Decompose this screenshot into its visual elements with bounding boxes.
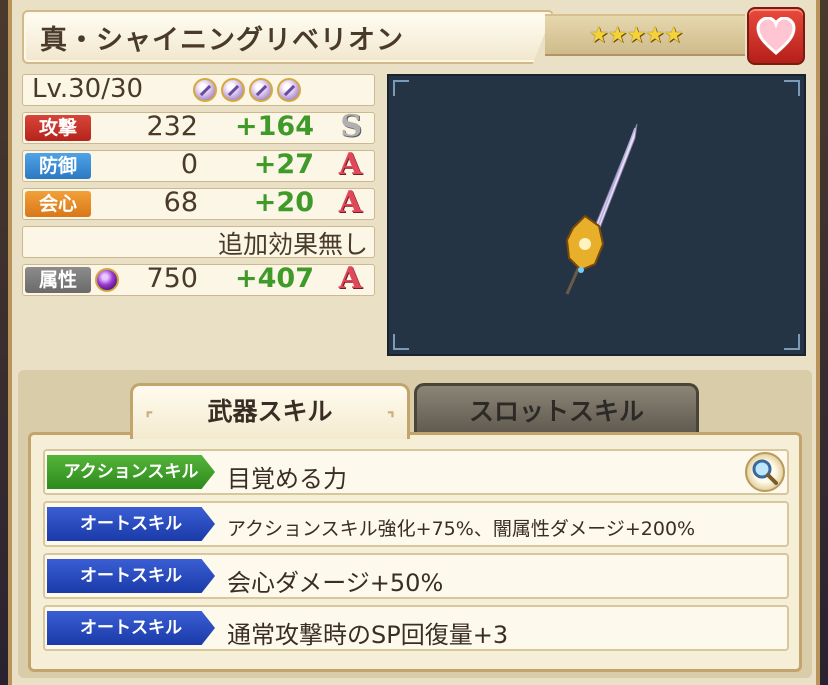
stat-row-defense: 防御 0 +27 A — [22, 147, 375, 182]
heart-icon — [756, 17, 796, 55]
skill-text: 通常攻撃時のSP回復量+3 — [227, 621, 509, 649]
stat-grade: S — [340, 109, 362, 144]
stat-label: 攻撃 — [25, 115, 91, 141]
stat-label: 会心 — [25, 191, 91, 217]
skill-row: オートスキル アクションスキル強化+75%、闇属性ダメージ+200% — [43, 501, 789, 547]
skill-row: オートスキル 通常攻撃時のSP回復量+3 — [43, 605, 789, 651]
tab-label: スロットスキル — [468, 397, 644, 426]
stat-row-attack: 攻撃 232 +164 S — [22, 109, 375, 144]
skill-type-badge: アクションスキル — [47, 455, 215, 489]
sword-slot-icon — [277, 78, 301, 102]
skill-row: オートスキル 会心ダメージ+50% — [43, 553, 789, 599]
tab-ornament-icon: ⌜ — [145, 409, 154, 430]
sword-slot-icon — [193, 78, 217, 102]
stat-grade: A — [338, 147, 362, 182]
weapon-level: Lv.30/30 — [32, 74, 144, 104]
sword-slot-icon — [249, 78, 273, 102]
left-border — [0, 0, 8, 685]
dark-element-icon — [95, 268, 119, 292]
skill-type-badge: オートスキル — [47, 507, 215, 541]
skill-type-badge: オートスキル — [47, 611, 215, 645]
tab-weapon-skills[interactable]: ⌜ 武器スキル ⌝ — [130, 383, 410, 439]
rarity-bar: ★★★★★ — [545, 14, 745, 56]
slot-icons — [193, 78, 305, 106]
stat-bonus: +407 — [235, 263, 314, 294]
weapon-name-bar: 真・シャイニングリベリオン — [22, 10, 554, 64]
skill-row[interactable]: アクションスキル 目覚める力 — [43, 449, 789, 495]
skill-text: 会心ダメージ+50% — [227, 569, 444, 597]
stat-bonus: +164 — [235, 111, 314, 142]
stat-base: 0 — [180, 149, 198, 180]
extra-effect-row: 追加効果無し — [22, 226, 375, 259]
stat-row-element: 属性 750 +407 A — [22, 261, 375, 296]
skill-text: 目覚める力 — [227, 465, 347, 493]
right-border — [820, 0, 828, 685]
skill-text: アクションスキル強化+75%、闇属性ダメージ+200% — [227, 518, 696, 540]
weapon-name: 真・シャイニングリベリオン — [40, 25, 404, 56]
stat-label: 属性 — [25, 267, 91, 293]
level-row: Lv.30/30 — [22, 74, 375, 106]
favorite-button[interactable] — [747, 7, 805, 65]
stat-bonus: +20 — [253, 187, 314, 218]
skill-type-badge: オートスキル — [47, 559, 215, 593]
tab-slot-skills[interactable]: スロットスキル — [414, 383, 699, 435]
stat-bonus: +27 — [253, 149, 314, 180]
extra-effect-text: 追加効果無し — [217, 230, 368, 259]
stat-row-critical: 会心 68 +20 A — [22, 185, 375, 220]
stat-grade: A — [338, 261, 362, 296]
magnify-icon[interactable] — [745, 452, 785, 492]
tab-ornament-icon: ⌝ — [386, 409, 395, 430]
stat-base: 750 — [146, 263, 198, 294]
weapon-preview — [387, 74, 806, 356]
weapon-sprite — [565, 123, 638, 295]
stat-base: 68 — [163, 187, 198, 218]
tab-label: 武器スキル — [207, 397, 333, 426]
weapon-skills-panel: アクションスキル 目覚める力 オートスキル アクションスキル強化+75%、闇属性… — [28, 432, 802, 672]
sword-slot-icon — [221, 78, 245, 102]
stat-base: 232 — [146, 111, 198, 142]
stat-grade: A — [338, 185, 362, 220]
rarity-stars: ★★★★★ — [589, 23, 684, 48]
stat-label: 防御 — [25, 153, 91, 179]
